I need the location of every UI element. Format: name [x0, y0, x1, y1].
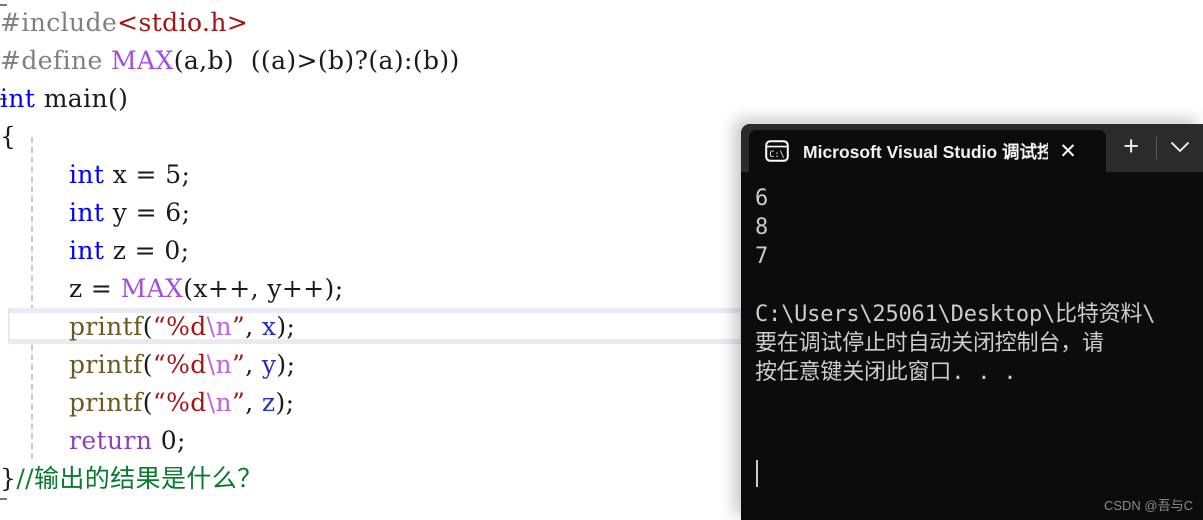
chevron-down-icon[interactable]	[1157, 124, 1203, 172]
console-line: 要在调试停止时自动关闭控制台，请	[755, 331, 1104, 356]
code-line: z = MAX(x++, y++);	[69, 270, 344, 308]
console-line: 8	[755, 215, 769, 240]
code-token: int	[69, 160, 105, 189]
code-line: #include<stdio.h>	[0, 4, 248, 42]
code-token: x	[112, 160, 128, 189]
code-token: \n	[206, 388, 232, 417]
console-cursor	[756, 460, 758, 487]
console-titlebar[interactable]: C:\ Microsoft Visual Studio 调试控 ✕ +	[741, 124, 1203, 172]
code-line: printf(“%d\n”, x);	[69, 308, 295, 346]
code-token: 0;	[152, 426, 186, 455]
code-token: “%d	[152, 388, 207, 417]
svg-text:C:\: C:\	[769, 150, 784, 160]
code-token: z	[261, 388, 276, 417]
code-token: ”	[232, 312, 246, 341]
code-token: main()	[35, 84, 129, 113]
terminal-icon: C:\	[765, 140, 789, 162]
code-line: #define MAX(a,b) ((a)>(b)?(a):(b))	[0, 42, 460, 80]
code-token: #define	[0, 46, 112, 75]
console-tab-active[interactable]: C:\ Microsoft Visual Studio 调试控 ✕	[749, 130, 1107, 172]
code-token: <stdio.h>	[117, 8, 249, 37]
indent-guide	[31, 137, 33, 459]
code-token: int	[0, 84, 36, 113]
code-token: z =	[69, 274, 121, 303]
code-token: ”	[232, 388, 246, 417]
console-output[interactable]: 6 8 7 C:\Users\25061\Desktop\比特资料\ 要在调试停止时自动…	[741, 172, 1203, 520]
code-token: (x++, y++);	[183, 274, 344, 303]
code-token: {	[0, 122, 17, 151]
code-token: “%d	[152, 350, 207, 379]
code-line: int main()	[0, 80, 128, 118]
code-line: int x = 5;	[69, 156, 190, 194]
fold-marker-bottom[interactable]	[0, 498, 7, 500]
code-token: (	[142, 350, 153, 379]
code-token: //输出的结果是什么？	[16, 464, 263, 493]
console-window[interactable]: C:\ Microsoft Visual Studio 调试控 ✕ + 6 8 7 C…	[741, 124, 1203, 520]
code-token: “%d	[152, 312, 207, 341]
code-token: );	[276, 312, 296, 341]
code-line: {	[0, 118, 16, 156]
console-line: 7	[755, 244, 769, 269]
code-token: );	[276, 350, 296, 379]
code-token: (a,b) ((a)>(b)?(a):(b))	[173, 46, 460, 75]
code-token: ”	[232, 350, 246, 379]
code-token: y	[112, 198, 128, 227]
code-token: printf	[69, 388, 143, 417]
code-token: y	[261, 350, 277, 379]
code-line: }//输出的结果是什么？	[0, 460, 263, 498]
code-token: printf	[69, 350, 143, 379]
code-token: ,	[245, 350, 262, 379]
code-token: return	[69, 426, 153, 455]
code-token: \n	[206, 350, 232, 379]
code-token: (	[142, 312, 153, 341]
code-line: int y = 6;	[69, 194, 190, 232]
code-token: = 0;	[126, 236, 190, 265]
code-token: printf	[69, 312, 143, 341]
code-token: = 5;	[127, 160, 191, 189]
code-token: (	[142, 388, 153, 417]
code-line: printf(“%d\n”, y);	[69, 346, 295, 384]
code-token: MAX	[111, 46, 174, 75]
code-token: int	[69, 236, 105, 265]
console-line: 按任意键关闭此窗口. . .	[755, 360, 1017, 385]
code-token: \n	[206, 312, 232, 341]
csdn-watermark: CSDN @吾与C	[1103, 498, 1193, 513]
code-line: printf(“%d\n”, z);	[69, 384, 294, 422]
code-line: int z = 0;	[69, 232, 189, 270]
code-token: #include	[0, 8, 118, 37]
code-token: = 6;	[127, 198, 191, 227]
code-token: );	[275, 388, 295, 417]
console-tab-title: Microsoft Visual Studio 调试控	[803, 141, 1048, 162]
code-token: int	[69, 198, 105, 227]
code-token: ,	[245, 312, 262, 341]
console-lines-container: 6 8 7 C:\Users\25061\Desktop\比特资料\ 要在调试停止时自动…	[755, 184, 1203, 387]
code-token: }	[0, 464, 17, 493]
close-icon[interactable]: ✕	[1048, 141, 1088, 162]
new-tab-button[interactable]: +	[1106, 124, 1156, 172]
code-token: ,	[245, 388, 262, 417]
console-line: 6	[755, 186, 769, 211]
code-token: x	[261, 312, 277, 341]
code-token: z	[112, 236, 127, 265]
console-line: C:\Users\25061\Desktop\比特资料\	[755, 302, 1156, 327]
code-token: MAX	[120, 274, 184, 303]
code-line: return 0;	[69, 422, 186, 460]
